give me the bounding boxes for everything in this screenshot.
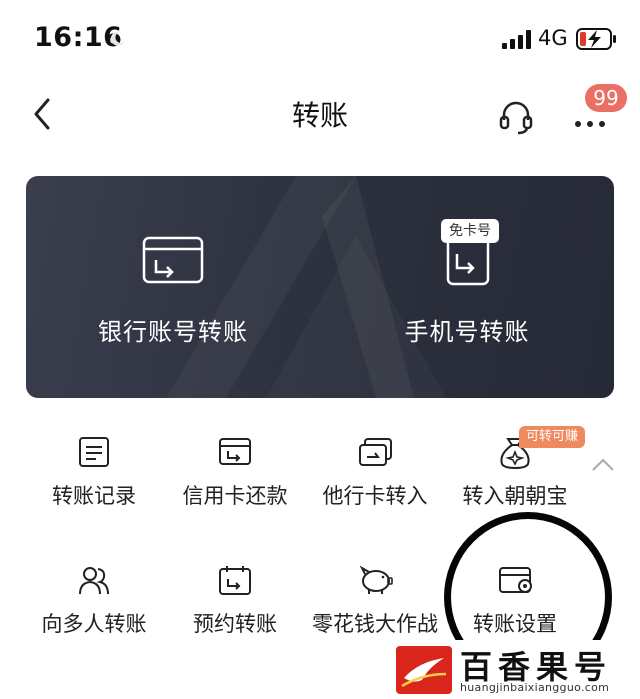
bank-account-transfer-label: 银行账号转账 xyxy=(98,318,248,346)
battery-charging-icon xyxy=(576,28,616,50)
chevron-up-icon[interactable] xyxy=(590,456,616,474)
network-type: 4G xyxy=(538,26,568,50)
piggy-bank-icon xyxy=(359,565,393,594)
grid-item-transfer-records[interactable]: 转账记录 xyxy=(24,436,164,536)
grid-item-credit-card-repay[interactable]: 信用卡还款 xyxy=(165,436,305,536)
signal-icon xyxy=(502,30,531,49)
watermark: 百香果号 huangjinbaixiangguo.com xyxy=(388,640,640,699)
grid-label: 零花钱大作战 xyxy=(312,612,438,636)
people-icon xyxy=(79,567,109,595)
credit-card-icon xyxy=(219,438,251,465)
card-transfer-in-icon xyxy=(359,438,392,466)
notification-badge: 99 xyxy=(585,84,627,112)
grid-label: 转账记录 xyxy=(52,484,136,508)
bank-card-icon xyxy=(142,236,204,284)
phone-number-transfer-label: 手机号转账 xyxy=(404,318,530,346)
grid-label: 转入朝朝宝 xyxy=(462,484,568,508)
grid-label: 他行卡转入 xyxy=(322,484,428,508)
grid-label: 预约转账 xyxy=(193,612,277,636)
grid-item-multi-transfer[interactable]: 向多人转账 xyxy=(24,564,164,664)
page-title: 转账 xyxy=(291,99,348,132)
moon-icon xyxy=(110,31,124,46)
no-card-number-tag: 免卡号 xyxy=(441,219,499,243)
transfer-card: 银行账号转账 手机号转账 xyxy=(26,176,614,398)
grid-item-scheduled-transfer[interactable]: 预约转账 xyxy=(165,564,305,664)
watermark-url: huangjinbaixiangguo.com xyxy=(460,681,610,694)
status-bar: 16:16 4G xyxy=(0,0,640,80)
promo-tag: 可转可赚 xyxy=(519,426,586,448)
nav-bar: 转账 xyxy=(0,80,640,150)
fruit-logo-icon xyxy=(396,646,452,694)
record-icon xyxy=(79,437,109,467)
headset-icon[interactable] xyxy=(496,96,536,136)
bank-account-transfer[interactable]: 银行账号转账 xyxy=(26,176,320,398)
calendar-icon xyxy=(219,566,251,595)
grid-item-other-bank-in[interactable]: 他行卡转入 xyxy=(305,436,445,536)
phone-number-transfer[interactable]: 手机号转账 xyxy=(320,176,614,398)
grid-label: 信用卡还款 xyxy=(182,484,288,508)
grid-label: 向多人转账 xyxy=(41,612,147,636)
